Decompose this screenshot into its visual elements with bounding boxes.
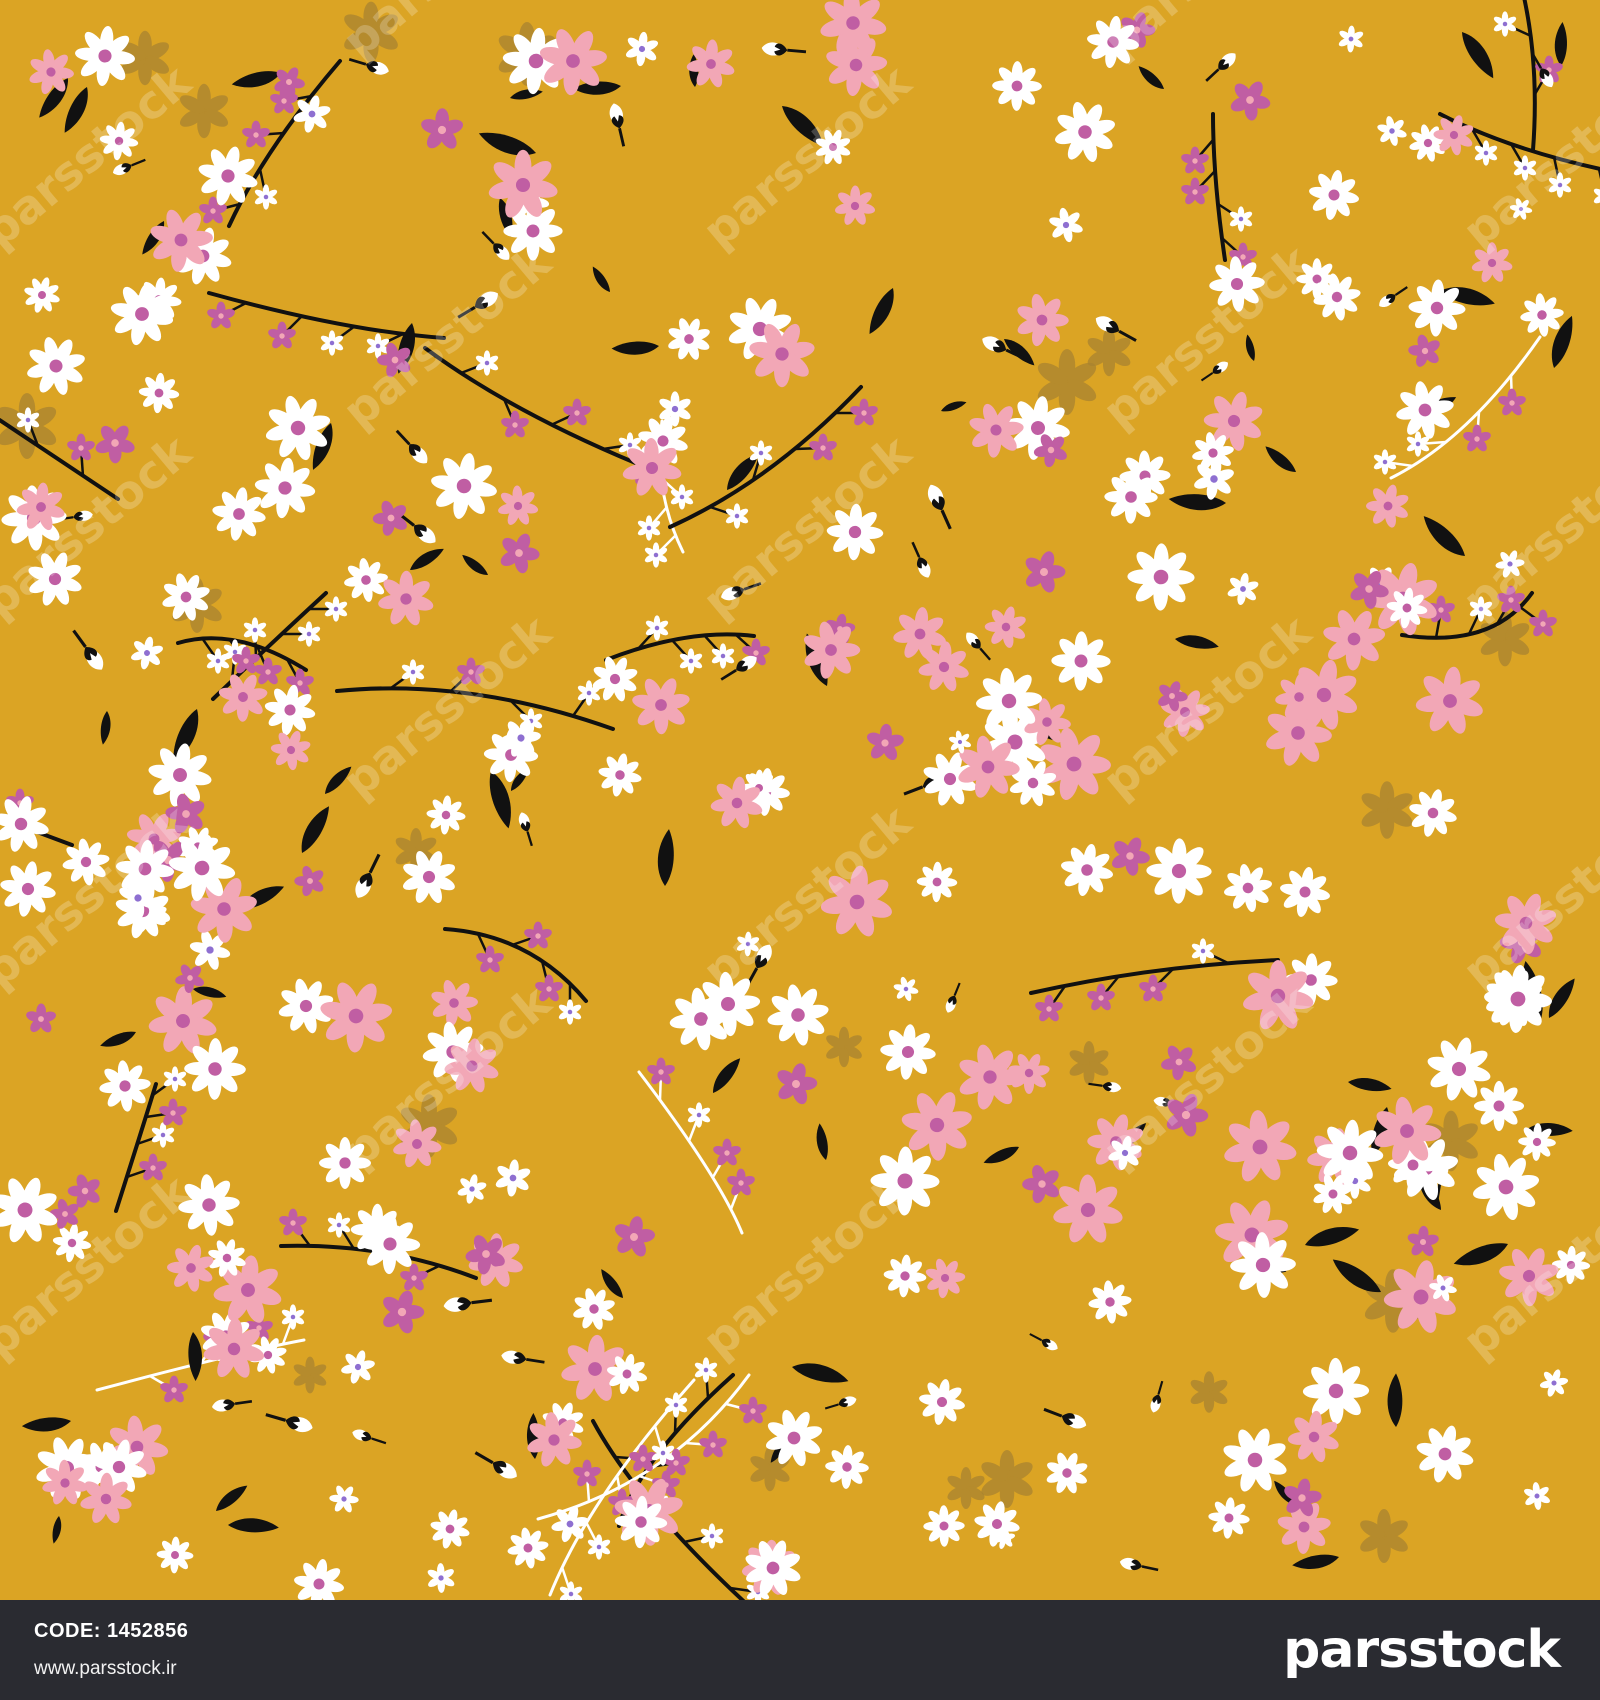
footer-bar: CODE: 1452856 www.parsstock.ir parsstock [0, 1600, 1600, 1700]
floral-pattern: parsstock parsstockparsstock parsstockpars… [0, 0, 1600, 1600]
code-label: CODE: [34, 1620, 101, 1642]
code-value: 1452856 [107, 1620, 189, 1642]
image-code: CODE: 1452856 [34, 1620, 188, 1643]
brand-logo: parsstock [1283, 1620, 1561, 1680]
image-canvas: parsstock parsstock parsstock parsstock pars… [0, 0, 1600, 1700]
website-link[interactable]: www.parsstock.ir [34, 1658, 177, 1680]
parsstock-logo-icon: parsstock [1283, 1620, 1561, 1680]
